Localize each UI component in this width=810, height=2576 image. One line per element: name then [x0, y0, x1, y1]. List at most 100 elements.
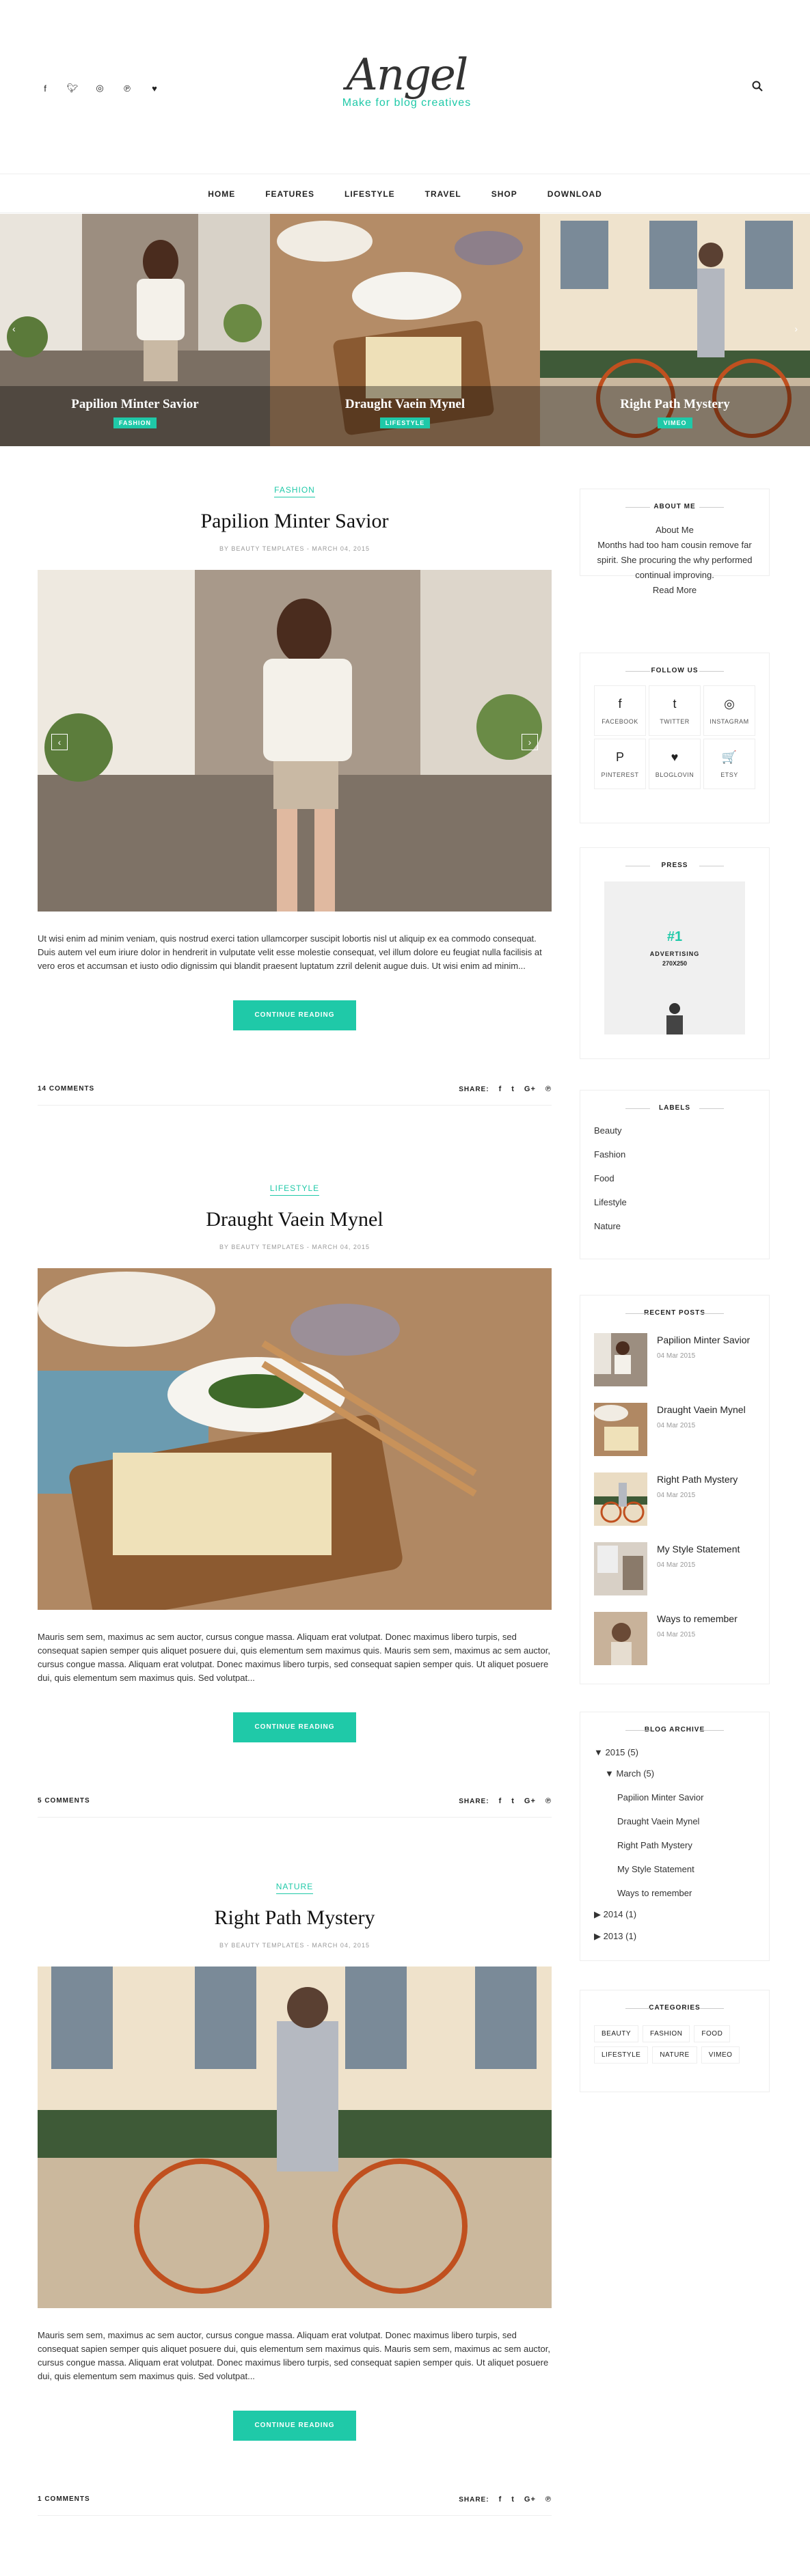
category-tag[interactable]: NATURE: [652, 2046, 697, 2064]
twitter-icon[interactable]: t: [511, 2495, 515, 2504]
post-title[interactable]: Right Path Mystery: [38, 1906, 552, 1930]
nav-features[interactable]: FEATURES: [250, 189, 329, 199]
facebook-icon[interactable]: f: [499, 1797, 502, 1805]
follow-bloglovin[interactable]: ♥ BLOGLOVIN: [649, 739, 701, 789]
label-link[interactable]: Lifestyle: [594, 1197, 755, 1207]
recent-post-thumb[interactable]: [594, 1542, 647, 1595]
nav-lifestyle[interactable]: LIFESTYLE: [329, 189, 410, 199]
continue-reading-button[interactable]: CONTINUE READING: [233, 1712, 356, 1742]
archive-year-label[interactable]: 2013 (1): [604, 1931, 636, 1941]
google-plus-icon[interactable]: G+: [524, 1085, 536, 1093]
slide-2[interactable]: Draught Vaein Mynel LIFESTYLE: [270, 214, 540, 446]
twitter-icon[interactable]: 🐦︎: [65, 81, 80, 96]
caret-right-icon[interactable]: ▶: [594, 1909, 604, 1919]
caret-down-icon[interactable]: ▼: [594, 1747, 605, 1757]
facebook-icon[interactable]: f: [38, 81, 53, 96]
post-image[interactable]: [38, 1268, 552, 1610]
comments-link[interactable]: 1 COMMENTS: [38, 2495, 90, 2503]
recent-post-item[interactable]: Right Path Mystery 04 Mar 2015: [594, 1472, 755, 1526]
continue-reading-button[interactable]: CONTINUE READING: [233, 1000, 356, 1030]
comments-link[interactable]: 14 COMMENTS: [38, 1085, 94, 1093]
nav-shop[interactable]: SHOP: [476, 189, 532, 199]
archive-year-label[interactable]: 2015 (5): [605, 1747, 638, 1757]
archive-month-label[interactable]: March (5): [616, 1768, 654, 1779]
post-category[interactable]: FASHION: [274, 485, 315, 497]
recent-post-title[interactable]: Papilion Minter Savior: [657, 1334, 750, 1345]
twitter-icon[interactable]: t: [511, 1797, 515, 1805]
read-more-link[interactable]: Read More: [594, 583, 755, 598]
slide-title[interactable]: Papilion Minter Savior: [0, 397, 270, 412]
pinterest-icon[interactable]: ℗: [545, 1085, 552, 1093]
google-plus-icon[interactable]: G+: [524, 2495, 536, 2504]
category-tag[interactable]: FASHION: [643, 2025, 690, 2042]
comments-link[interactable]: 5 COMMENTS: [38, 1797, 90, 1805]
advertising-banner[interactable]: #1 ADVERTISING 270X250: [604, 881, 745, 1034]
facebook-icon[interactable]: f: [499, 2495, 502, 2504]
follow-pinterest[interactable]: P PINTEREST: [594, 739, 646, 789]
nav-home[interactable]: HOME: [193, 189, 250, 199]
label-link[interactable]: Beauty: [594, 1125, 755, 1136]
post-category[interactable]: NATURE: [275, 1882, 314, 1894]
archive-month[interactable]: ▼ March (5): [594, 1768, 755, 1779]
archive-year[interactable]: ▶ 2013 (1): [594, 1931, 755, 1942]
label-link[interactable]: Nature: [594, 1221, 755, 1231]
pinterest-icon[interactable]: ℗: [545, 1797, 552, 1805]
follow-twitter[interactable]: t TWITTER: [649, 685, 701, 736]
recent-post-title[interactable]: Right Path Mystery: [657, 1474, 738, 1485]
chevron-left-icon[interactable]: ‹: [51, 734, 68, 750]
continue-reading-button[interactable]: CONTINUE READING: [233, 2411, 356, 2441]
category-tag[interactable]: BEAUTY: [594, 2025, 639, 2042]
follow-instagram[interactable]: ◎ INSTAGRAM: [703, 685, 755, 736]
label-link[interactable]: Fashion: [594, 1149, 755, 1160]
pinterest-icon[interactable]: ℗: [120, 81, 135, 96]
post-category[interactable]: LIFESTYLE: [269, 1183, 320, 1196]
recent-post-thumb[interactable]: [594, 1612, 647, 1665]
recent-post-thumb[interactable]: [594, 1472, 647, 1526]
post-image[interactable]: [38, 1967, 552, 2308]
recent-post-title[interactable]: Ways to remember: [657, 1613, 738, 1624]
archive-post-link[interactable]: Right Path Mystery: [594, 1840, 755, 1850]
recent-post-title[interactable]: My Style Statement: [657, 1544, 740, 1554]
recent-post-thumb[interactable]: [594, 1403, 647, 1456]
follow-facebook[interactable]: f FACEBOOK: [594, 685, 646, 736]
recent-post-item[interactable]: Papilion Minter Savior 04 Mar 2015: [594, 1333, 755, 1386]
archive-year-label[interactable]: 2014 (1): [604, 1909, 636, 1919]
slide-title[interactable]: Right Path Mystery: [540, 397, 810, 412]
label-link[interactable]: Food: [594, 1173, 755, 1183]
nav-travel[interactable]: TRAVEL: [410, 189, 476, 199]
archive-post-link[interactable]: Ways to remember: [594, 1888, 755, 1898]
pinterest-icon[interactable]: ℗: [545, 2495, 552, 2504]
slide-badge[interactable]: FASHION: [113, 417, 157, 428]
google-plus-icon[interactable]: G+: [524, 1797, 536, 1805]
slide-badge[interactable]: LIFESTYLE: [379, 417, 431, 428]
search-icon[interactable]: [752, 81, 763, 95]
category-tag[interactable]: LIFESTYLE: [594, 2046, 649, 2064]
archive-post-link[interactable]: Draught Vaein Mynel: [594, 1816, 755, 1826]
recent-post-title[interactable]: Draught Vaein Mynel: [657, 1404, 746, 1415]
caret-down-icon[interactable]: ▼: [605, 1768, 616, 1779]
archive-year[interactable]: ▼ 2015 (5): [594, 1747, 755, 1757]
post-title[interactable]: Draught Vaein Mynel: [38, 1208, 552, 1231]
post-image[interactable]: ‹ ›: [38, 570, 552, 912]
category-tag[interactable]: VIMEO: [701, 2046, 740, 2064]
chevron-left-icon[interactable]: ‹: [12, 323, 16, 334]
slide-1[interactable]: Papilion Minter Savior FASHION ‹: [0, 214, 270, 446]
archive-post-link[interactable]: My Style Statement: [594, 1864, 755, 1874]
slide-title[interactable]: Draught Vaein Mynel: [270, 397, 540, 412]
nav-download[interactable]: DOWNLOAD: [532, 189, 617, 199]
category-tag[interactable]: FOOD: [694, 2025, 731, 2042]
instagram-icon[interactable]: ◎: [92, 81, 107, 96]
slide-badge[interactable]: VIMEO: [658, 417, 692, 428]
archive-post-link[interactable]: Papilion Minter Savior: [594, 1792, 755, 1803]
archive-year[interactable]: ▶ 2014 (1): [594, 1909, 755, 1920]
slide-3[interactable]: Right Path Mystery VIMEO ›: [540, 214, 810, 446]
chevron-right-icon[interactable]: ›: [522, 734, 538, 750]
caret-right-icon[interactable]: ▶: [594, 1931, 604, 1941]
recent-post-thumb[interactable]: [594, 1333, 647, 1386]
chevron-right-icon[interactable]: ›: [794, 323, 798, 334]
heart-icon[interactable]: ♥: [147, 81, 162, 96]
recent-post-item[interactable]: Ways to remember 04 Mar 2015: [594, 1612, 755, 1665]
facebook-icon[interactable]: f: [499, 1085, 502, 1093]
site-logo[interactable]: Angel Make for blog creatives: [321, 48, 492, 109]
recent-post-item[interactable]: Draught Vaein Mynel 04 Mar 2015: [594, 1403, 755, 1456]
